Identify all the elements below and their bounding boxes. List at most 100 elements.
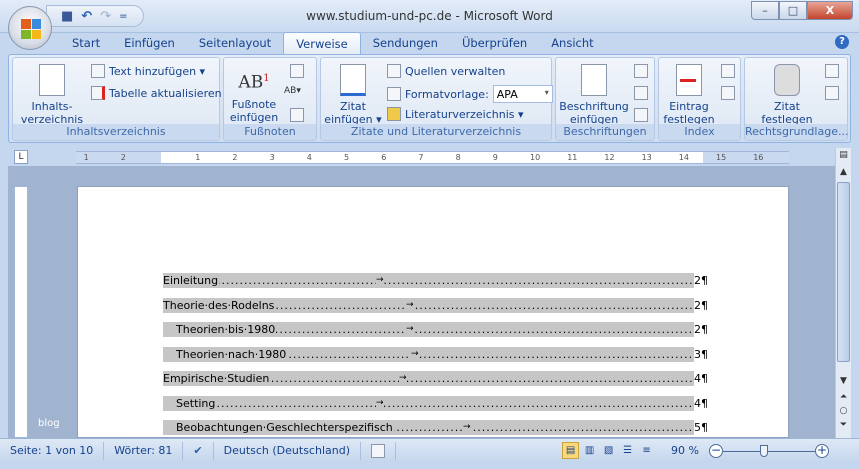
vertical-scrollbar[interactable]: ▤ ▲ ▼ ⏶ ○ ⏷	[835, 148, 851, 438]
tab-ansicht[interactable]: Ansicht	[539, 32, 605, 55]
text-hinzufuegen-button[interactable]: Text hinzufügen ▾	[91, 64, 205, 78]
ruler-left-margin	[76, 152, 161, 163]
tabelle-aktualisieren-button[interactable]: Tabelle aktualisieren	[91, 86, 222, 100]
style-dropdown[interactable]: APA ▾	[492, 85, 553, 103]
zoom-slider[interactable]	[723, 444, 815, 458]
tab-einfuegen[interactable]: Einfügen	[112, 32, 187, 55]
tab-sendungen[interactable]: Sendungen	[361, 32, 450, 55]
next-footnote-button[interactable]: AB▾	[284, 86, 301, 96]
toc-icon	[39, 64, 65, 96]
redo-icon[interactable]: ↷	[100, 9, 111, 24]
language-indicator[interactable]: Deutsch (Deutschland)	[214, 441, 361, 460]
cross-reference-button[interactable]	[634, 108, 648, 122]
toc-page-number: 2¶	[694, 273, 708, 288]
toc-entry-text: Theorie·des·Rodelns	[163, 297, 276, 313]
quick-access-toolbar: ■ ↶ ↷ =	[46, 5, 144, 27]
next-page-button[interactable]: ⏷	[836, 418, 851, 433]
print-layout-view-icon[interactable]: ▤	[562, 442, 580, 459]
update-figures-button[interactable]	[634, 86, 648, 100]
scroll-thumb[interactable]	[837, 182, 850, 362]
word-count[interactable]: Wörter: 81	[104, 441, 184, 460]
toc-entry[interactable]: ........................................…	[163, 371, 708, 386]
vertical-ruler[interactable]	[14, 186, 28, 438]
zoom-slider-thumb[interactable]	[760, 444, 769, 457]
update-index-button[interactable]	[721, 86, 735, 100]
update-authorities-button[interactable]	[825, 86, 839, 100]
previous-page-button[interactable]: ⏶	[836, 390, 851, 405]
zitat-festlegen-button[interactable]: Zitat festlegen	[757, 64, 817, 126]
insert-table-of-authorities-button[interactable]	[825, 64, 839, 78]
toc-page-number: 2¶	[694, 297, 708, 313]
undo-icon[interactable]: ↶	[81, 9, 92, 24]
web-layout-icon[interactable]: ▧	[600, 442, 617, 459]
proofing-status[interactable]: ✔	[183, 441, 214, 460]
group-inhaltsverzeichnis: Inhalts- verzeichnis ▾ Text hinzufügen ▾…	[12, 57, 222, 141]
eintrag-festlegen-button[interactable]: Eintrag festlegen	[661, 64, 717, 126]
style-value: APA	[496, 88, 518, 101]
maximize-button[interactable]: □	[779, 1, 807, 20]
scroll-down-button[interactable]: ▼	[836, 374, 851, 389]
save-icon[interactable]: ■	[61, 9, 73, 24]
full-screen-reading-icon[interactable]: ▥	[581, 442, 598, 459]
zoom-in-button[interactable]: +	[815, 443, 829, 458]
beschriftung-einfuegen-button[interactable]: Beschriftung einfügen	[558, 64, 630, 126]
zoom-out-button[interactable]: −	[709, 443, 723, 458]
group-rechtsgrundlagen: Zitat festlegen Rechtsgrundlage...	[744, 57, 848, 141]
customize-qat-icon[interactable]: =	[119, 11, 127, 22]
footnote-icon: AB1	[238, 72, 270, 93]
literaturverzeichnis-button[interactable]: Literaturverzeichnis ▾	[387, 107, 524, 121]
document-page[interactable]: ........................................…	[77, 186, 789, 438]
watermark-text: blog	[38, 418, 60, 429]
window-bottom-border	[0, 462, 859, 469]
horizontal-ruler[interactable]: 12123456789101112131415161718	[76, 151, 789, 164]
tab-selector[interactable]: L	[14, 150, 28, 164]
zitat-einfuegen-button[interactable]: Zitat einfügen ▾	[323, 64, 383, 126]
toc-page-number: 4¶	[694, 395, 708, 411]
formatvorlage-control: Formatvorlage: APA ▾	[387, 85, 553, 103]
endnote-button[interactable]	[290, 64, 304, 78]
ruler-tick-label: 5	[344, 153, 350, 162]
ruler-tick-label: 13	[641, 153, 652, 162]
tab-seitenlayout[interactable]: Seitenlayout	[187, 32, 283, 55]
label: Tabelle aktualisieren	[109, 86, 222, 100]
outline-view-icon[interactable]: ☰	[619, 442, 636, 459]
group-fussnoten: AB1 Fußnote einfügen AB▾ Fußnoten	[223, 57, 317, 141]
style-icon	[387, 87, 401, 101]
tab-ueberpruefen[interactable]: Überprüfen	[450, 32, 539, 55]
toc-entry[interactable]: ........................................…	[163, 395, 708, 411]
proofing-check-icon: ✔	[193, 443, 203, 457]
group-label: Inhaltsverzeichnis	[13, 124, 219, 140]
insert-table-of-figures-button[interactable]	[634, 64, 648, 78]
tab-start[interactable]: Start	[60, 32, 112, 55]
toc-entry[interactable]: ........................................…	[163, 346, 708, 362]
browse-object-button[interactable]: ○	[836, 404, 851, 419]
toc-entry[interactable]: ........................................…	[163, 420, 708, 435]
ruler-toggle-icon[interactable]: ▤	[836, 148, 851, 163]
insert-index-button[interactable]	[721, 64, 735, 78]
toc-entry[interactable]: ........................................…	[163, 322, 708, 337]
label: Literaturverzeichnis ▾	[405, 107, 524, 121]
update-table-icon	[721, 86, 735, 100]
scroll-up-button[interactable]: ▲	[836, 165, 851, 180]
page-indicator[interactable]: Seite: 1 von 10	[0, 441, 105, 460]
tab-verweise[interactable]: Verweise	[283, 32, 361, 55]
fussnote-einfuegen-button[interactable]: AB1 Fußnote einfügen	[228, 64, 280, 124]
ruler-tick-label: 9	[492, 153, 498, 162]
macro-recording-button[interactable]	[361, 441, 396, 460]
help-icon[interactable]: ?	[835, 35, 849, 49]
label: Inhalts-	[31, 100, 73, 113]
tab-arrow-icon: →	[463, 420, 471, 435]
ruler-tick-label: 12	[604, 153, 615, 162]
toc-entry[interactable]: ........................................…	[163, 297, 708, 313]
quellen-verwalten-button[interactable]: Quellen verwalten	[387, 64, 505, 78]
endnote-icon	[290, 64, 304, 78]
window-controls: – □ X	[751, 1, 853, 20]
toc-entry[interactable]: ........................................…	[163, 273, 708, 288]
close-button[interactable]: X	[807, 1, 853, 20]
ruler-tick-label: 15	[716, 153, 727, 162]
minimize-button[interactable]: –	[751, 1, 779, 20]
draft-view-icon[interactable]: ≡	[638, 442, 655, 459]
show-notes-button[interactable]	[290, 108, 304, 122]
zoom-level[interactable]: 90 %	[661, 444, 709, 457]
office-button[interactable]	[8, 6, 52, 50]
